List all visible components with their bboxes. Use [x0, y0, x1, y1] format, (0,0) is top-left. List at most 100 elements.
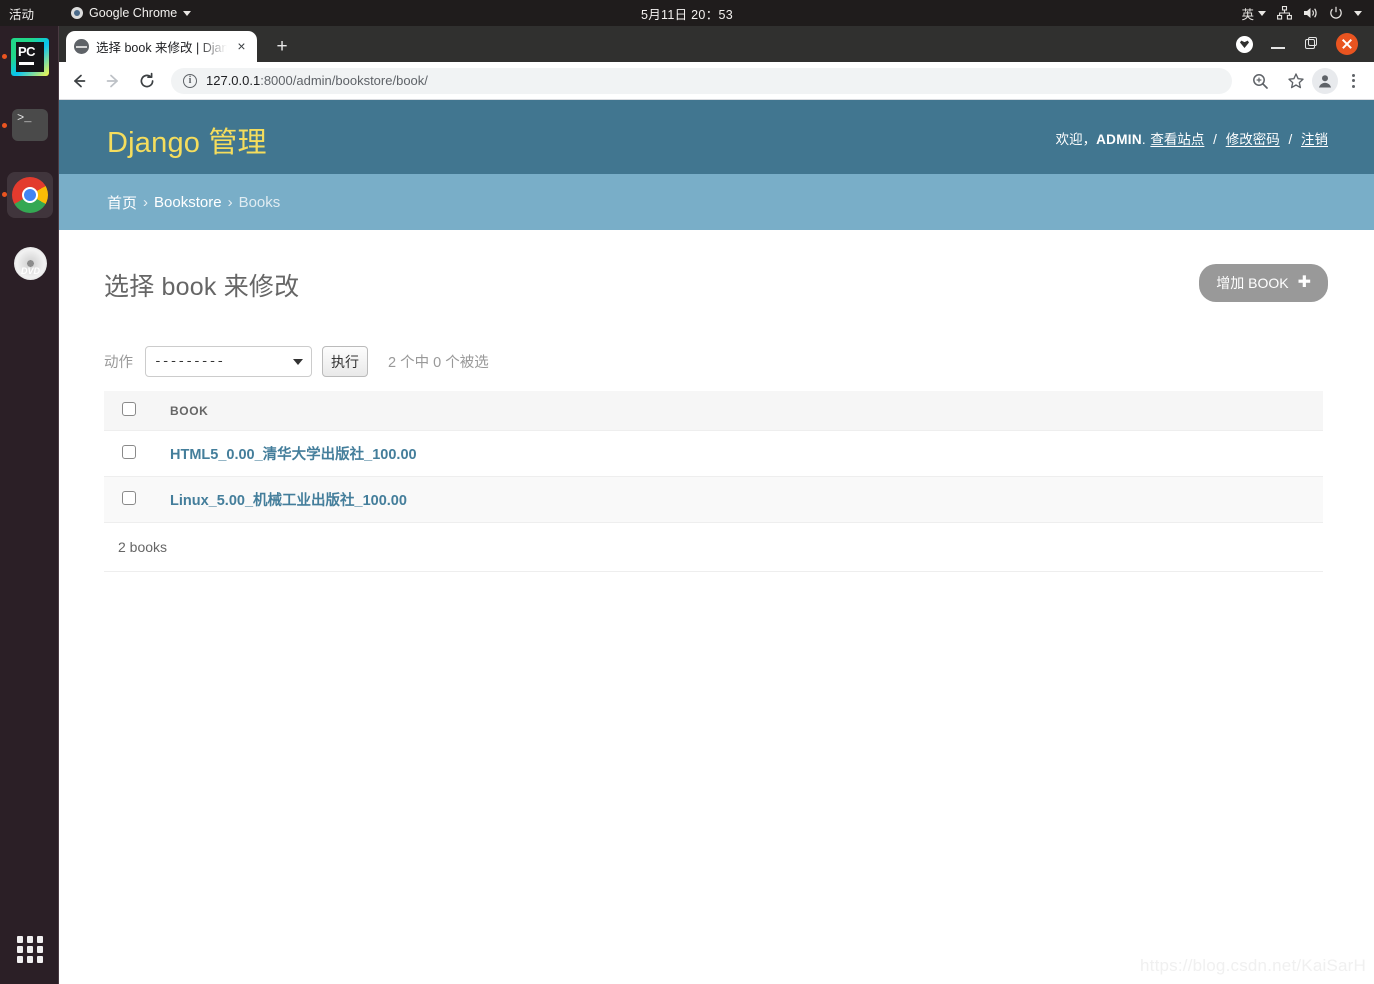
address-bar-text: 127.0.0.1:8000/admin/bookstore/book/	[206, 73, 428, 88]
bookmark-star-icon[interactable]	[1282, 67, 1310, 95]
welcome-text: 欢迎，	[1055, 132, 1097, 147]
power-icon[interactable]	[1329, 6, 1343, 20]
forward-button[interactable]	[99, 67, 127, 95]
new-tab-button[interactable]: +	[270, 35, 294, 59]
object-tools: 增加 BOOK ✚	[1199, 264, 1328, 302]
row-checkbox[interactable]	[122, 445, 136, 459]
input-method-indicator[interactable]: 英	[1241, 4, 1266, 23]
table-head: BOOK	[104, 391, 1323, 431]
close-tab-icon[interactable]: ×	[234, 39, 249, 54]
book-link[interactable]: HTML5_0.00_清华大学出版社_100.00	[170, 447, 417, 463]
close-icon[interactable]	[1336, 33, 1358, 55]
apps-grid-dot	[37, 956, 43, 963]
kebab-dot	[1351, 79, 1355, 82]
dvd-icon: DVD	[14, 247, 47, 280]
run-action-button[interactable]: 执行	[322, 346, 368, 377]
show-applications-button[interactable]	[17, 936, 43, 963]
breadcrumb-current: Books	[238, 193, 281, 211]
action-select-value: ---------	[154, 354, 225, 369]
apps-grid-dot	[27, 956, 33, 963]
clock[interactable]: 5月11日 20：53	[0, 4, 1374, 23]
network-icon[interactable]	[1277, 6, 1292, 20]
running-indicator-icon	[2, 192, 7, 197]
minimize-icon[interactable]	[1270, 36, 1286, 52]
breadcrumb: 首页 › Bookstore › Books	[59, 174, 1374, 230]
back-button[interactable]	[65, 67, 93, 95]
pycharm-icon-label: PC	[18, 44, 36, 59]
breadcrumb-app[interactable]: Bookstore	[154, 194, 222, 211]
pin-icon[interactable]	[1236, 35, 1253, 53]
user-tools: 欢迎，ADMIN. 查看站点 / 修改密码 / 注销	[1056, 128, 1329, 148]
action-select[interactable]: ---------	[145, 346, 312, 377]
url-path: :8000/admin/bookstore/book/	[260, 73, 428, 88]
table-header-row: BOOK	[104, 391, 1323, 431]
tray-caret-icon[interactable]	[1354, 10, 1362, 16]
row-checkbox[interactable]	[122, 491, 136, 505]
pycharm-icon-bar	[19, 62, 34, 65]
breadcrumb-separator: ›	[227, 193, 233, 211]
volume-icon[interactable]	[1303, 6, 1318, 20]
dock-item-google-chrome[interactable]	[2, 172, 53, 218]
maximize-icon[interactable]	[1303, 36, 1319, 52]
select-all-header	[104, 391, 170, 431]
add-book-label: 增加 BOOK	[1216, 275, 1289, 291]
address-bar[interactable]: i 127.0.0.1:8000/admin/bookstore/book/	[171, 67, 1232, 94]
breadcrumb-home[interactable]: 首页	[107, 192, 137, 213]
kebab-dot	[1351, 84, 1355, 88]
paginator: 2 books	[104, 523, 1323, 572]
browser-toolbar: i 127.0.0.1:8000/admin/bookstore/book/	[59, 62, 1374, 100]
browser-tab[interactable]: 选择 book 来修改 | Djang ×	[66, 31, 257, 62]
page-title: 选择 book 来修改	[104, 273, 300, 301]
row-select-cell	[104, 476, 170, 523]
logout-link[interactable]: 注销	[1301, 132, 1328, 147]
table-row: Linux_5.00_机械工业出版社_100.00	[104, 476, 1323, 523]
apps-grid-dot	[37, 946, 43, 953]
chevron-down-icon	[293, 358, 303, 365]
breadcrumb-separator: ›	[143, 193, 149, 211]
dock-item-dvd[interactable]: DVD	[7, 241, 53, 287]
apps-grid-dot	[17, 956, 23, 963]
apps-grid-dot	[17, 946, 23, 953]
table-body: HTML5_0.00_清华大学出版社_100.00 Linux_5.00_机械工…	[104, 430, 1323, 523]
apps-grid-dot	[27, 946, 33, 953]
username: ADMIN	[1096, 132, 1142, 147]
column-header-book[interactable]: BOOK	[170, 391, 1323, 431]
actions-bar: 动作 --------- 执行 2 个中 0 个被选	[104, 303, 1329, 391]
results-table: BOOK HTML5_0.00_清华大学出版社_100.00 Linux_5.0…	[104, 391, 1323, 523]
selection-counter: 2 个中 0 个被选	[388, 355, 489, 371]
site-info-icon[interactable]: i	[183, 73, 197, 88]
select-all-checkbox[interactable]	[122, 402, 136, 416]
apps-grid-dot	[27, 936, 33, 943]
change-password-link[interactable]: 修改密码	[1226, 132, 1280, 147]
row-book-cell: HTML5_0.00_清华大学出版社_100.00	[170, 430, 1323, 477]
chrome-window: 选择 book 来修改 | Djang × + i 127.0.0.1:8000…	[59, 26, 1374, 984]
apps-grid-dot	[37, 936, 43, 943]
tab-strip: 选择 book 来修改 | Djang × +	[59, 26, 1374, 62]
url-host: 127.0.0.1	[206, 73, 261, 88]
add-book-button[interactable]: 增加 BOOK ✚	[1199, 264, 1328, 302]
profile-avatar-icon[interactable]	[1312, 67, 1338, 94]
dvd-icon-label: DVD	[20, 266, 40, 276]
desktop-screen: 活动 Google Chrome 5月11日 20：53 英 PC >_ DVD…	[0, 0, 1374, 984]
running-indicator-icon	[2, 123, 7, 128]
site-branding[interactable]: Django 管理	[107, 119, 267, 161]
chrome-menu-icon[interactable]	[1340, 68, 1366, 94]
ubuntu-dock: PC >_ DVD	[0, 26, 59, 984]
dock-item-pycharm[interactable]: PC	[2, 34, 53, 80]
book-link[interactable]: Linux_5.00_机械工业出版社_100.00	[170, 493, 407, 509]
toolbar-actions	[1240, 67, 1374, 95]
running-indicator-icon	[2, 54, 7, 59]
pycharm-icon: PC	[11, 38, 49, 76]
apps-grid-dot	[17, 936, 23, 943]
reload-button[interactable]	[133, 67, 161, 95]
terminal-icon: >_	[12, 109, 48, 141]
dock-item-terminal[interactable]: >_	[2, 103, 53, 149]
table-row: HTML5_0.00_清华大学出版社_100.00	[104, 430, 1323, 477]
zoom-icon[interactable]	[1246, 67, 1274, 95]
username-dot: .	[1141, 132, 1146, 147]
usertools-separator: /	[1288, 132, 1293, 147]
view-site-link[interactable]: 查看站点	[1150, 132, 1204, 147]
actions-label: 动作	[104, 355, 133, 371]
tab-title: 选择 book 来修改 | Djang	[96, 41, 227, 55]
page-viewport: Django 管理 欢迎，ADMIN. 查看站点 / 修改密码 / 注销 首页 …	[59, 100, 1374, 984]
